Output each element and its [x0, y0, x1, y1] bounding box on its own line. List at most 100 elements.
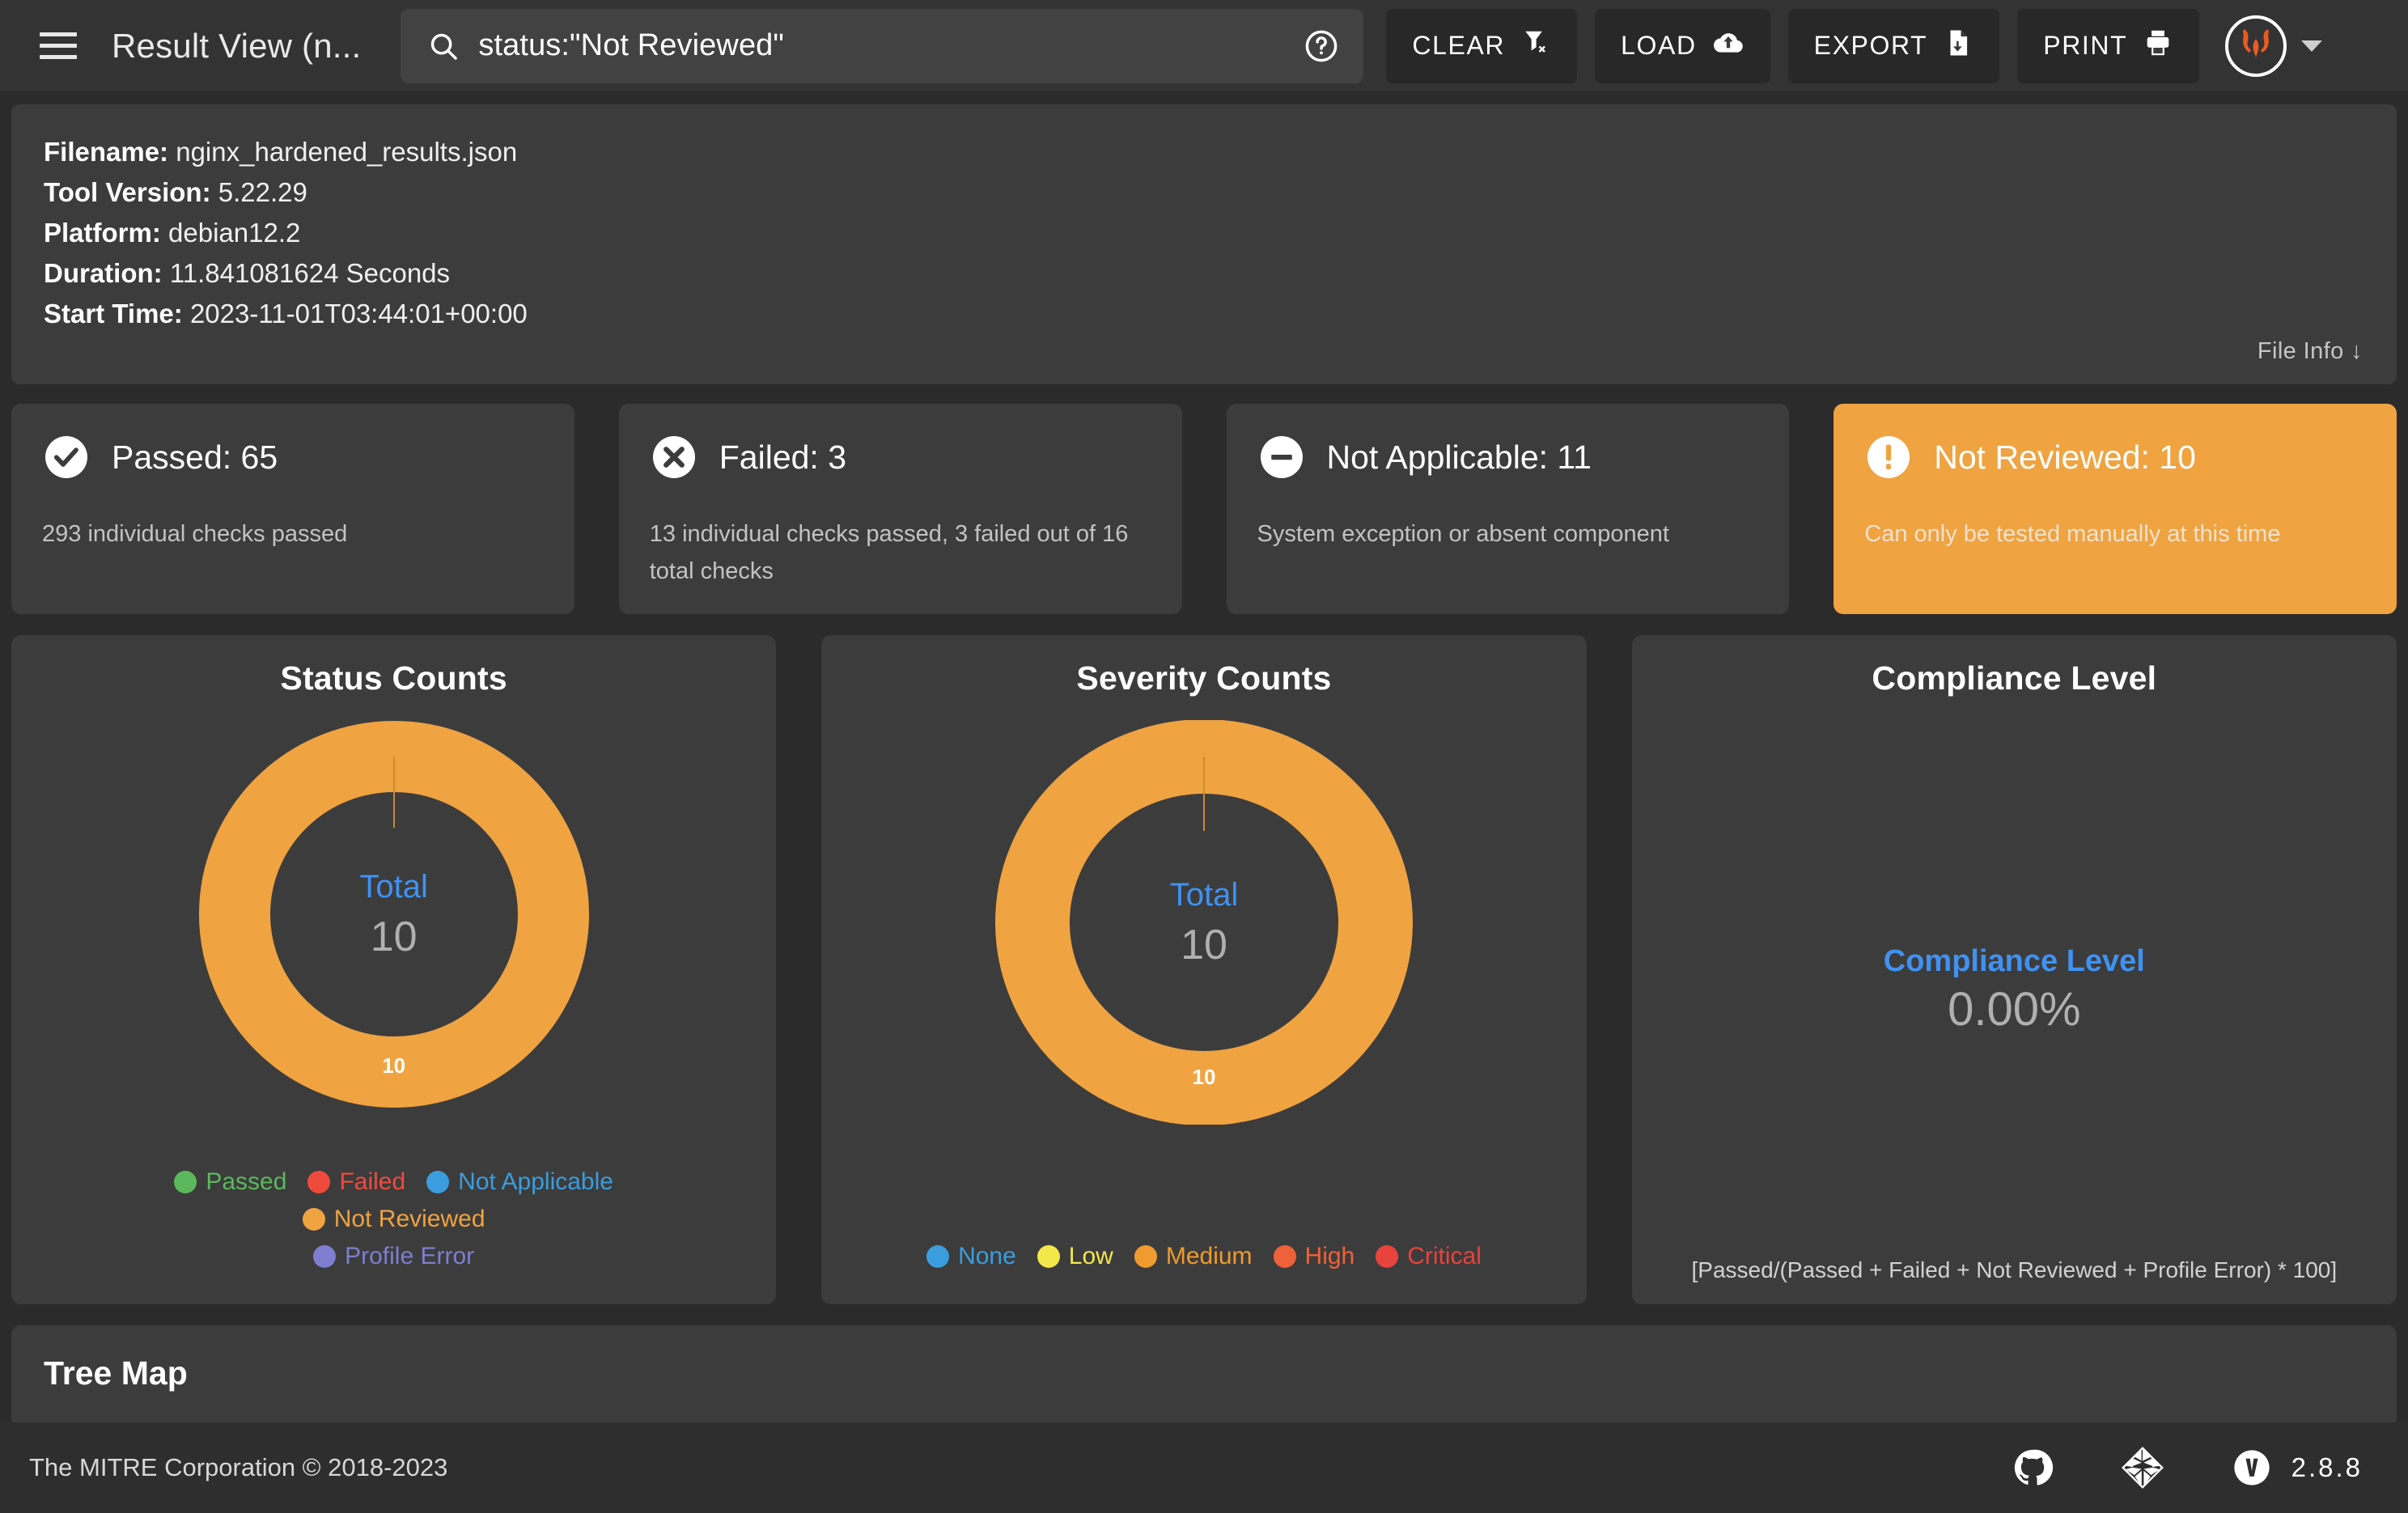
chevron-down-icon[interactable] [2301, 40, 2322, 52]
check-circle-icon [42, 433, 91, 481]
severity-counts-donut[interactable]: Total 10 10 [994, 720, 1414, 1129]
filter-off-icon [1520, 28, 1551, 65]
legend-item-passed[interactable]: Passed [174, 1168, 286, 1196]
hamburger-bar [40, 44, 77, 48]
load-button[interactable]: LOAD [1595, 9, 1770, 83]
status-card-subtitle: System exception or absent component [1257, 515, 1759, 553]
search-input[interactable] [478, 28, 1284, 63]
legend-dot-icon [926, 1245, 949, 1268]
severity-counts-legend: None Low Medium High Critical [926, 1243, 1482, 1283]
file-info-panel: Filename: nginx_hardened_results.json To… [11, 104, 2397, 384]
user-menu[interactable] [2225, 15, 2322, 77]
compliance-level-label: Compliance Level [1655, 944, 2374, 979]
compliance-level-panel: Compliance Level Compliance Level 0.00% … [1632, 635, 2397, 1304]
file-info-value: 5.22.29 [218, 177, 307, 207]
github-icon[interactable] [2012, 1447, 2054, 1489]
legend-item-not-applicable[interactable]: Not Applicable [426, 1168, 613, 1196]
footer-copyright: The MITRE Corporation © 2018-2023 [29, 1453, 447, 1482]
footer-bar: The MITRE Corporation © 2018-2023 [0, 1422, 2408, 1513]
file-info-row: Tool Version: 5.22.29 [44, 172, 2364, 213]
status-card-passed[interactable]: Passed: 65 293 individual checks passed [11, 404, 574, 614]
status-card-title: Failed: 3 [719, 439, 846, 477]
hamburger-menu-icon[interactable] [34, 22, 83, 70]
file-info-toggle[interactable]: File Info ↓ [2258, 338, 2363, 365]
legend-item-critical[interactable]: Critical [1376, 1243, 1482, 1270]
status-card-not-applicable[interactable]: Not Applicable: 11 System exception or a… [1227, 404, 1790, 614]
search-icon [428, 31, 459, 61]
status-counts-donut-svg[interactable] [198, 720, 590, 1108]
file-info-row: Platform: debian12.2 [44, 213, 2364, 253]
printer-icon [2143, 28, 2173, 65]
legend-item-not-reviewed[interactable]: Not Reviewed [303, 1206, 485, 1233]
print-button-label: PRINT [2043, 31, 2127, 61]
file-info-value: nginx_hardened_results.json [176, 137, 517, 167]
version-number: 2.8.8 [2291, 1452, 2363, 1483]
legend-item-none[interactable]: None [926, 1243, 1016, 1270]
legend-dot-icon [1134, 1245, 1157, 1268]
severity-counts-panel: Severity Counts Total 10 10 None Low [821, 635, 1586, 1304]
x-circle-icon [650, 433, 698, 481]
status-counts-legend: Passed Failed Not Applicable Not Reviewe… [78, 1168, 710, 1283]
severity-counts-donut-svg[interactable] [994, 720, 1414, 1125]
status-counts-donut[interactable]: Total 10 10 [198, 720, 590, 1112]
legend-label: Not Applicable [458, 1168, 613, 1196]
legend-dot-icon [1274, 1245, 1296, 1268]
search-bar[interactable] [401, 9, 1363, 83]
legend-label: High [1305, 1243, 1355, 1270]
clear-button-label: CLEAR [1412, 31, 1505, 61]
mitre-saf-diamond-icon[interactable] [2120, 1445, 2165, 1490]
legend-label: Low [1069, 1243, 1113, 1270]
file-info-label: Platform: [44, 218, 161, 248]
tree-map-title: Tree Map [44, 1354, 2364, 1392]
help-circle-icon[interactable] [1304, 28, 1339, 64]
footer-links: 2.8.8 [2012, 1445, 2363, 1490]
export-button-label: EXPORT [1814, 31, 1928, 61]
legend-dot-icon [313, 1245, 336, 1268]
legend-dot-icon [307, 1171, 330, 1193]
legend-dot-icon [174, 1171, 197, 1193]
file-export-icon [1943, 28, 1973, 65]
legend-label: Failed [339, 1168, 405, 1196]
status-card-header: Failed: 3 [650, 433, 1151, 481]
status-counts-panel: Status Counts Total 10 10 Passed Failed [11, 635, 776, 1304]
compliance-level-formula: [Passed/(Passed + Failed + Not Reviewed … [1632, 1257, 2397, 1283]
export-button[interactable]: EXPORT [1788, 9, 2000, 83]
status-card-row: Passed: 65 293 individual checks passed … [11, 404, 2397, 614]
legend-item-high[interactable]: High [1274, 1243, 1355, 1270]
legend-dot-icon [1037, 1245, 1060, 1268]
legend-item-failed[interactable]: Failed [307, 1168, 405, 1196]
file-info-label: Filename: [44, 137, 168, 167]
status-card-failed[interactable]: Failed: 3 13 individual checks passed, 3… [619, 404, 1182, 614]
legend-dot-icon [1376, 1245, 1398, 1268]
file-info-row: Filename: nginx_hardened_results.json [44, 132, 2364, 172]
legend-item-profile-error[interactable]: Profile Error [78, 1243, 710, 1270]
status-card-not-reviewed[interactable]: Not Reviewed: 10 Can only be tested manu… [1834, 404, 2397, 614]
legend-item-low[interactable]: Low [1037, 1243, 1113, 1270]
status-card-header: Not Applicable: 11 [1257, 433, 1759, 481]
compliance-level-gauge: Compliance Level 0.00% [1655, 944, 2374, 1036]
hamburger-bar [40, 32, 77, 36]
legend-label: None [958, 1243, 1016, 1270]
compliance-level-value: 0.00% [1655, 982, 2374, 1036]
print-button[interactable]: PRINT [2017, 9, 2199, 83]
status-counts-title: Status Counts [280, 659, 507, 697]
legend-item-medium[interactable]: Medium [1134, 1243, 1253, 1270]
cloud-upload-icon [1712, 27, 1745, 66]
legend-label: Critical [1407, 1243, 1482, 1270]
file-info-row: Duration: 11.841081624 Seconds [44, 253, 2364, 294]
status-card-subtitle: 293 individual checks passed [42, 515, 544, 553]
exclamation-circle-icon [1864, 433, 1913, 481]
status-card-title: Not Applicable: 11 [1327, 439, 1592, 477]
clear-button[interactable]: CLEAR [1386, 9, 1577, 83]
legend-label: Profile Error [345, 1243, 474, 1270]
status-card-title: Not Reviewed: 10 [1934, 439, 2196, 477]
avatar[interactable] [2225, 15, 2287, 77]
version-indicator[interactable]: 2.8.8 [2232, 1447, 2363, 1488]
load-button-label: LOAD [1621, 31, 1697, 61]
status-card-subtitle: Can only be tested manually at this time [1864, 515, 2366, 553]
status-card-subtitle: 13 individual checks passed, 3 failed ou… [650, 515, 1151, 590]
file-info-value: debian12.2 [168, 218, 300, 248]
legend-label: Medium [1166, 1243, 1253, 1270]
top-app-bar: Result View (n... CLEAR LOAD [0, 0, 2408, 91]
status-card-title: Passed: 65 [112, 439, 278, 477]
